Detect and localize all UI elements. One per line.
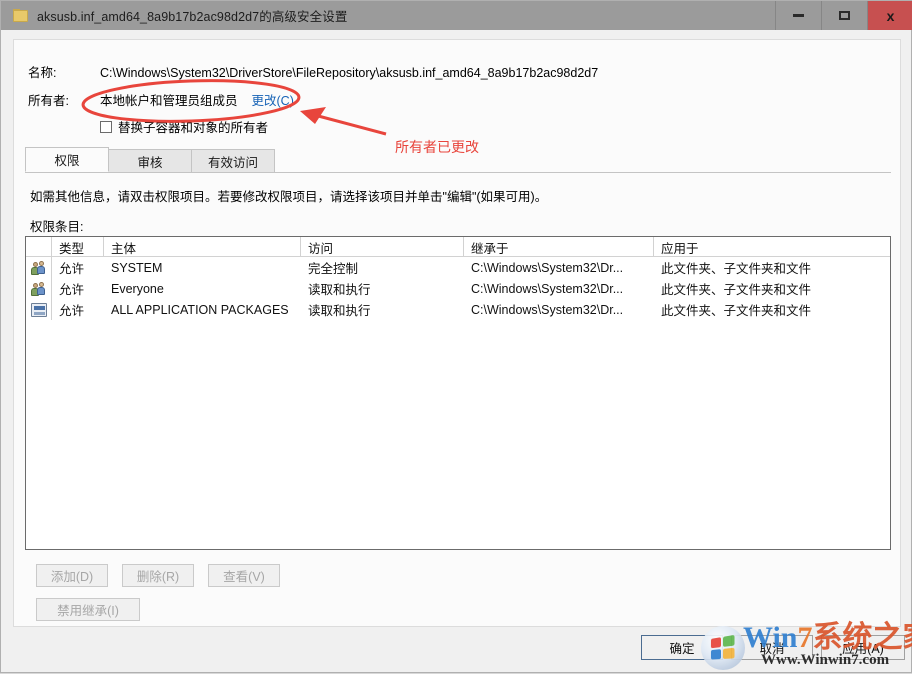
row-inherited-from: C:\Windows\System32\Dr... — [464, 257, 654, 278]
table-row[interactable]: 允许 Everyone 读取和执行 C:\Windows\System32\Dr… — [26, 278, 890, 299]
row-access: 完全控制 — [301, 257, 464, 278]
row-access: 读取和执行 — [301, 278, 464, 299]
dialog-action-bar: 确定 取消 应用(A) — [1, 635, 912, 665]
folder-icon — [13, 9, 29, 23]
disable-inheritance-button[interactable]: 禁用继承(I) — [36, 598, 140, 621]
row-type: 允许 — [52, 299, 104, 320]
column-header-applies-to[interactable]: 应用于 — [654, 237, 890, 257]
users-group-icon — [31, 282, 47, 296]
maximize-icon — [839, 11, 850, 20]
column-header-access[interactable]: 访问 — [301, 237, 464, 257]
change-owner-link[interactable]: 更改(C) — [252, 90, 294, 109]
entry-action-buttons: 添加(D) 删除(R) 查看(V) — [36, 564, 280, 587]
close-icon: x — [887, 9, 895, 23]
column-header-principal[interactable]: 主体 — [104, 237, 301, 257]
column-header-inherited-from[interactable]: 继承于 — [464, 237, 654, 257]
tab-permissions-label: 权限 — [54, 150, 79, 169]
row-inherited-from: C:\Windows\System32\Dr... — [464, 278, 654, 299]
advanced-security-settings-window: aksusb.inf_amd64_8a9b17b2ac98d2d7的高级安全设置… — [0, 0, 912, 673]
name-label: 名称: — [28, 62, 100, 81]
ok-button[interactable]: 确定 — [641, 635, 723, 660]
owner-row: 所有者: 本地帐户和管理员组成员 更改(C) — [28, 90, 294, 109]
inheritance-button-row: 禁用继承(I) — [36, 598, 140, 621]
tab-auditing-label: 审核 — [137, 152, 162, 171]
row-inherited-from: C:\Windows\System32\Dr... — [464, 299, 654, 320]
minimize-icon — [793, 14, 804, 17]
row-icon-cell — [26, 278, 52, 299]
column-header-icon[interactable] — [26, 237, 52, 257]
row-icon-cell — [26, 257, 52, 278]
main-panel: 名称: C:\Windows\System32\DriverStore\File… — [13, 39, 901, 627]
replace-owner-checkbox-row[interactable]: 替换子容器和对象的所有者 — [100, 117, 268, 136]
row-access: 读取和执行 — [301, 299, 464, 320]
cancel-button[interactable]: 取消 — [731, 635, 813, 660]
tab-permissions[interactable]: 权限 — [25, 147, 109, 172]
view-button[interactable]: 查看(V) — [208, 564, 280, 587]
close-button[interactable]: x — [867, 1, 912, 30]
row-principal: ALL APPLICATION PACKAGES — [104, 299, 301, 320]
row-icon-cell — [26, 299, 52, 320]
add-button[interactable]: 添加(D) — [36, 564, 108, 587]
users-group-icon — [31, 261, 47, 275]
permission-entries-table[interactable]: 类型 主体 访问 继承于 应用于 允许 SYSTEM 完全控制 C:\Windo… — [25, 236, 891, 550]
table-header-row: 类型 主体 访问 继承于 应用于 — [26, 237, 890, 257]
row-applies-to: 此文件夹、子文件夹和文件 — [654, 278, 890, 299]
window-title: aksusb.inf_amd64_8a9b17b2ac98d2d7的高级安全设置 — [37, 6, 347, 25]
row-principal: Everyone — [104, 278, 301, 299]
row-type: 允许 — [52, 278, 104, 299]
row-applies-to: 此文件夹、子文件夹和文件 — [654, 299, 890, 320]
apply-button[interactable]: 应用(A) — [821, 635, 905, 660]
row-applies-to: 此文件夹、子文件夹和文件 — [654, 257, 890, 278]
row-type: 允许 — [52, 257, 104, 278]
minimize-button[interactable] — [775, 1, 821, 30]
table-row[interactable]: 允许 ALL APPLICATION PACKAGES 读取和执行 C:\Win… — [26, 299, 890, 320]
permission-entries-label: 权限条目: — [30, 216, 83, 235]
window-controls: x — [775, 1, 912, 30]
tab-auditing[interactable]: 审核 — [108, 149, 192, 172]
instruction-text: 如需其他信息，请双击权限项目。若要修改权限项目，请选择该项目并单击"编辑"(如果… — [30, 186, 547, 205]
name-row: 名称: C:\Windows\System32\DriverStore\File… — [28, 62, 598, 81]
remove-button[interactable]: 删除(R) — [122, 564, 194, 587]
column-header-type[interactable]: 类型 — [52, 237, 104, 257]
table-row[interactable]: 允许 SYSTEM 完全控制 C:\Windows\System32\Dr...… — [26, 257, 890, 278]
tab-effective-access-label: 有效访问 — [208, 152, 258, 171]
annotation-note: 所有者已更改 — [395, 137, 479, 157]
row-principal: SYSTEM — [104, 257, 301, 278]
tab-effective-access[interactable]: 有效访问 — [191, 149, 275, 172]
owner-label: 所有者: — [28, 90, 100, 109]
app-packages-icon — [31, 303, 47, 317]
owner-value: 本地帐户和管理员组成员 — [100, 90, 238, 109]
name-value: C:\Windows\System32\DriverStore\FileRepo… — [100, 66, 598, 80]
maximize-button[interactable] — [821, 1, 867, 30]
title-bar[interactable]: aksusb.inf_amd64_8a9b17b2ac98d2d7的高级安全设置… — [1, 1, 912, 30]
replace-owner-checkbox[interactable] — [100, 121, 112, 133]
replace-owner-label: 替换子容器和对象的所有者 — [118, 117, 268, 136]
